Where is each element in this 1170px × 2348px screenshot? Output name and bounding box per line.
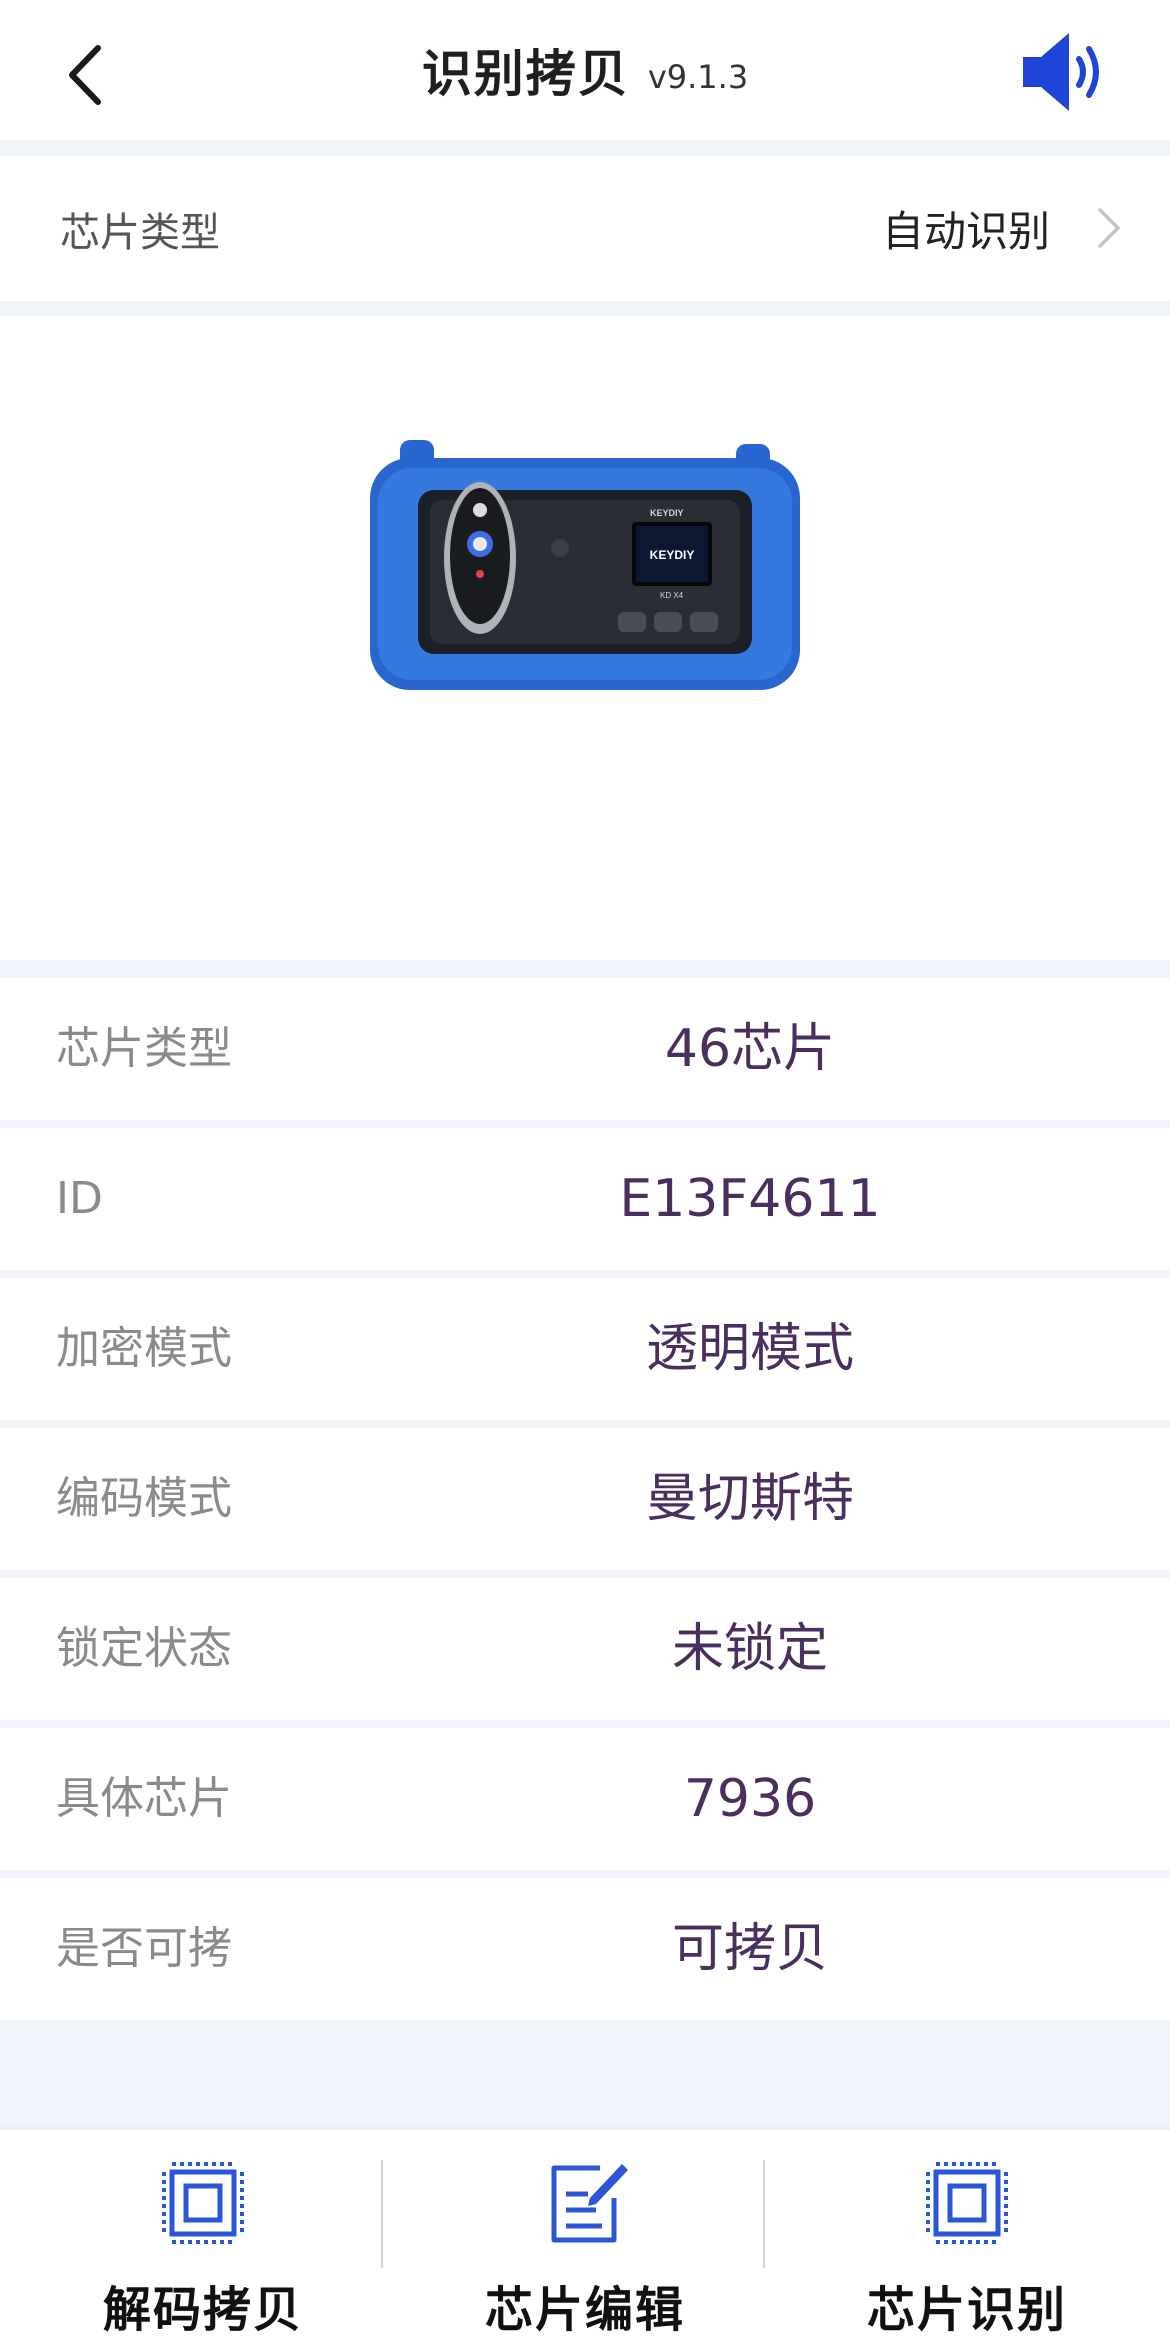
nav-label: 芯片编辑 xyxy=(484,2282,685,2338)
info-label: ID xyxy=(56,1173,103,1224)
nav-divider xyxy=(381,2160,383,2268)
info-label: 锁定状态 xyxy=(56,1623,232,1674)
info-row-chip-type: 芯片类型 46芯片 xyxy=(0,978,1170,1120)
info-row-copyable: 是否可拷 可拷贝 xyxy=(0,1878,1170,2020)
device-model-text: KD X4 xyxy=(660,591,684,600)
info-value: 7936 xyxy=(683,1769,817,1829)
chip-type-label: 芯片类型 xyxy=(60,209,220,256)
info-label: 编码模式 xyxy=(56,1473,232,1524)
info-value: 未锁定 xyxy=(671,1619,828,1679)
chip-type-value: 自动识别 xyxy=(881,207,1050,256)
chip-scan-icon xyxy=(926,2162,1008,2244)
info-value: 46芯片 xyxy=(664,1019,836,1079)
nav-decode-copy[interactable]: 解码拷贝 xyxy=(12,2130,394,2348)
info-label: 是否可拷 xyxy=(56,1923,232,1974)
nav-label: 芯片识别 xyxy=(866,2282,1067,2338)
chip-type-selector[interactable]: 芯片类型 自动识别 xyxy=(0,156,1170,301)
info-value: 曼切斯特 xyxy=(645,1469,854,1529)
nav-chip-edit[interactable]: 芯片编辑 xyxy=(394,2130,776,2348)
header-bar: 识别拷贝 v9.1.3 xyxy=(0,0,1170,140)
speaker-icon xyxy=(1023,33,1099,111)
info-value: E13F4611 xyxy=(619,1169,881,1229)
device-screen-brand: KEYDIY xyxy=(650,548,695,562)
info-row-id: ID E13F4611 xyxy=(0,1128,1170,1270)
page-title: 识别拷贝 xyxy=(421,45,630,103)
nav-divider xyxy=(763,2160,765,2268)
info-label: 芯片类型 xyxy=(56,1023,232,1074)
info-label: 具体芯片 xyxy=(56,1773,232,1824)
svg-text:KEYDIY: KEYDIY xyxy=(650,508,684,518)
nav-label: 解码拷贝 xyxy=(102,2282,303,2338)
chip-icon xyxy=(162,2162,244,2244)
info-row-lock-status: 锁定状态 未锁定 xyxy=(0,1578,1170,1720)
back-button[interactable] xyxy=(40,30,130,120)
device-image-panel: KEYDIY KEYDIY KD X4 xyxy=(0,316,1170,960)
info-row-encryption-mode: 加密模式 透明模式 xyxy=(0,1278,1170,1420)
info-row-encoding-mode: 编码模式 曼切斯特 xyxy=(0,1428,1170,1570)
info-label: 加密模式 xyxy=(56,1323,232,1374)
chevron-left-icon xyxy=(69,45,101,105)
edit-icon xyxy=(551,2164,628,2243)
info-row-specific-chip: 具体芯片 7936 xyxy=(0,1728,1170,1870)
version-label: v9.1.3 xyxy=(647,58,749,96)
info-value: 透明模式 xyxy=(645,1319,854,1379)
sound-toggle-button[interactable] xyxy=(1010,22,1120,122)
bottom-navigation: 解码拷贝 芯片编辑 芯片识别 xyxy=(0,2130,1170,2348)
key-programmer-device-image: KEYDIY KEYDIY KD X4 xyxy=(370,440,800,690)
nav-chip-identify[interactable]: 芯片识别 xyxy=(776,2130,1158,2348)
info-value: 可拷贝 xyxy=(671,1919,828,1979)
chevron-right-icon xyxy=(1098,208,1120,248)
